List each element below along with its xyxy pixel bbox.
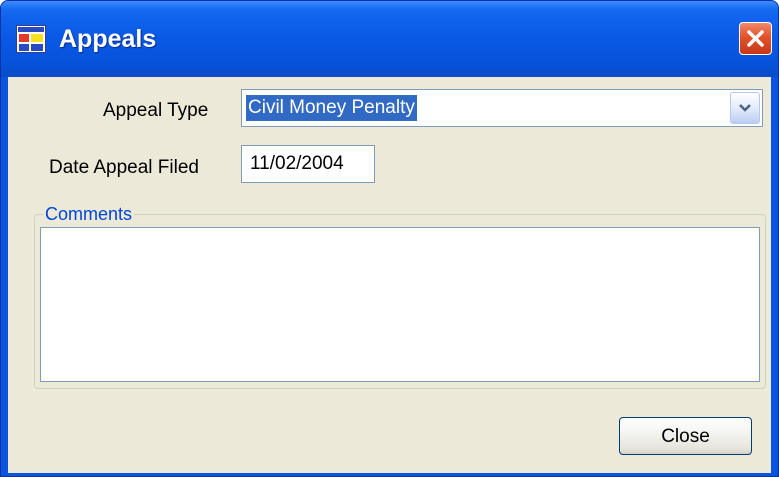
appeals-dialog: Appeals Appeal Type Civil Money Penalty … xyxy=(0,0,779,477)
date-appeal-filed-value: 11/02/2004 xyxy=(250,153,344,174)
form-window-icon xyxy=(16,25,46,53)
window-title: Appeals xyxy=(59,25,157,53)
appeal-type-label: Appeal Type xyxy=(103,100,209,121)
comments-textarea[interactable] xyxy=(40,227,760,382)
appeal-type-selected-value[interactable]: Civil Money Penalty xyxy=(246,95,417,121)
dialog-body: Appeal Type Civil Money Penalty Date App… xyxy=(8,77,771,473)
window-close-button[interactable] xyxy=(739,22,772,55)
title-bar[interactable]: Appeals xyxy=(1,1,778,77)
date-appeal-filed-label: Date Appeal Filed xyxy=(49,157,199,178)
appeal-type-dropdown[interactable]: Civil Money Penalty xyxy=(241,89,763,127)
chevron-down-icon[interactable] xyxy=(730,92,760,124)
date-appeal-filed-field[interactable]: 11/02/2004 xyxy=(241,145,375,183)
comments-group-label: Comments xyxy=(43,203,135,225)
close-button[interactable]: Close xyxy=(619,417,752,455)
